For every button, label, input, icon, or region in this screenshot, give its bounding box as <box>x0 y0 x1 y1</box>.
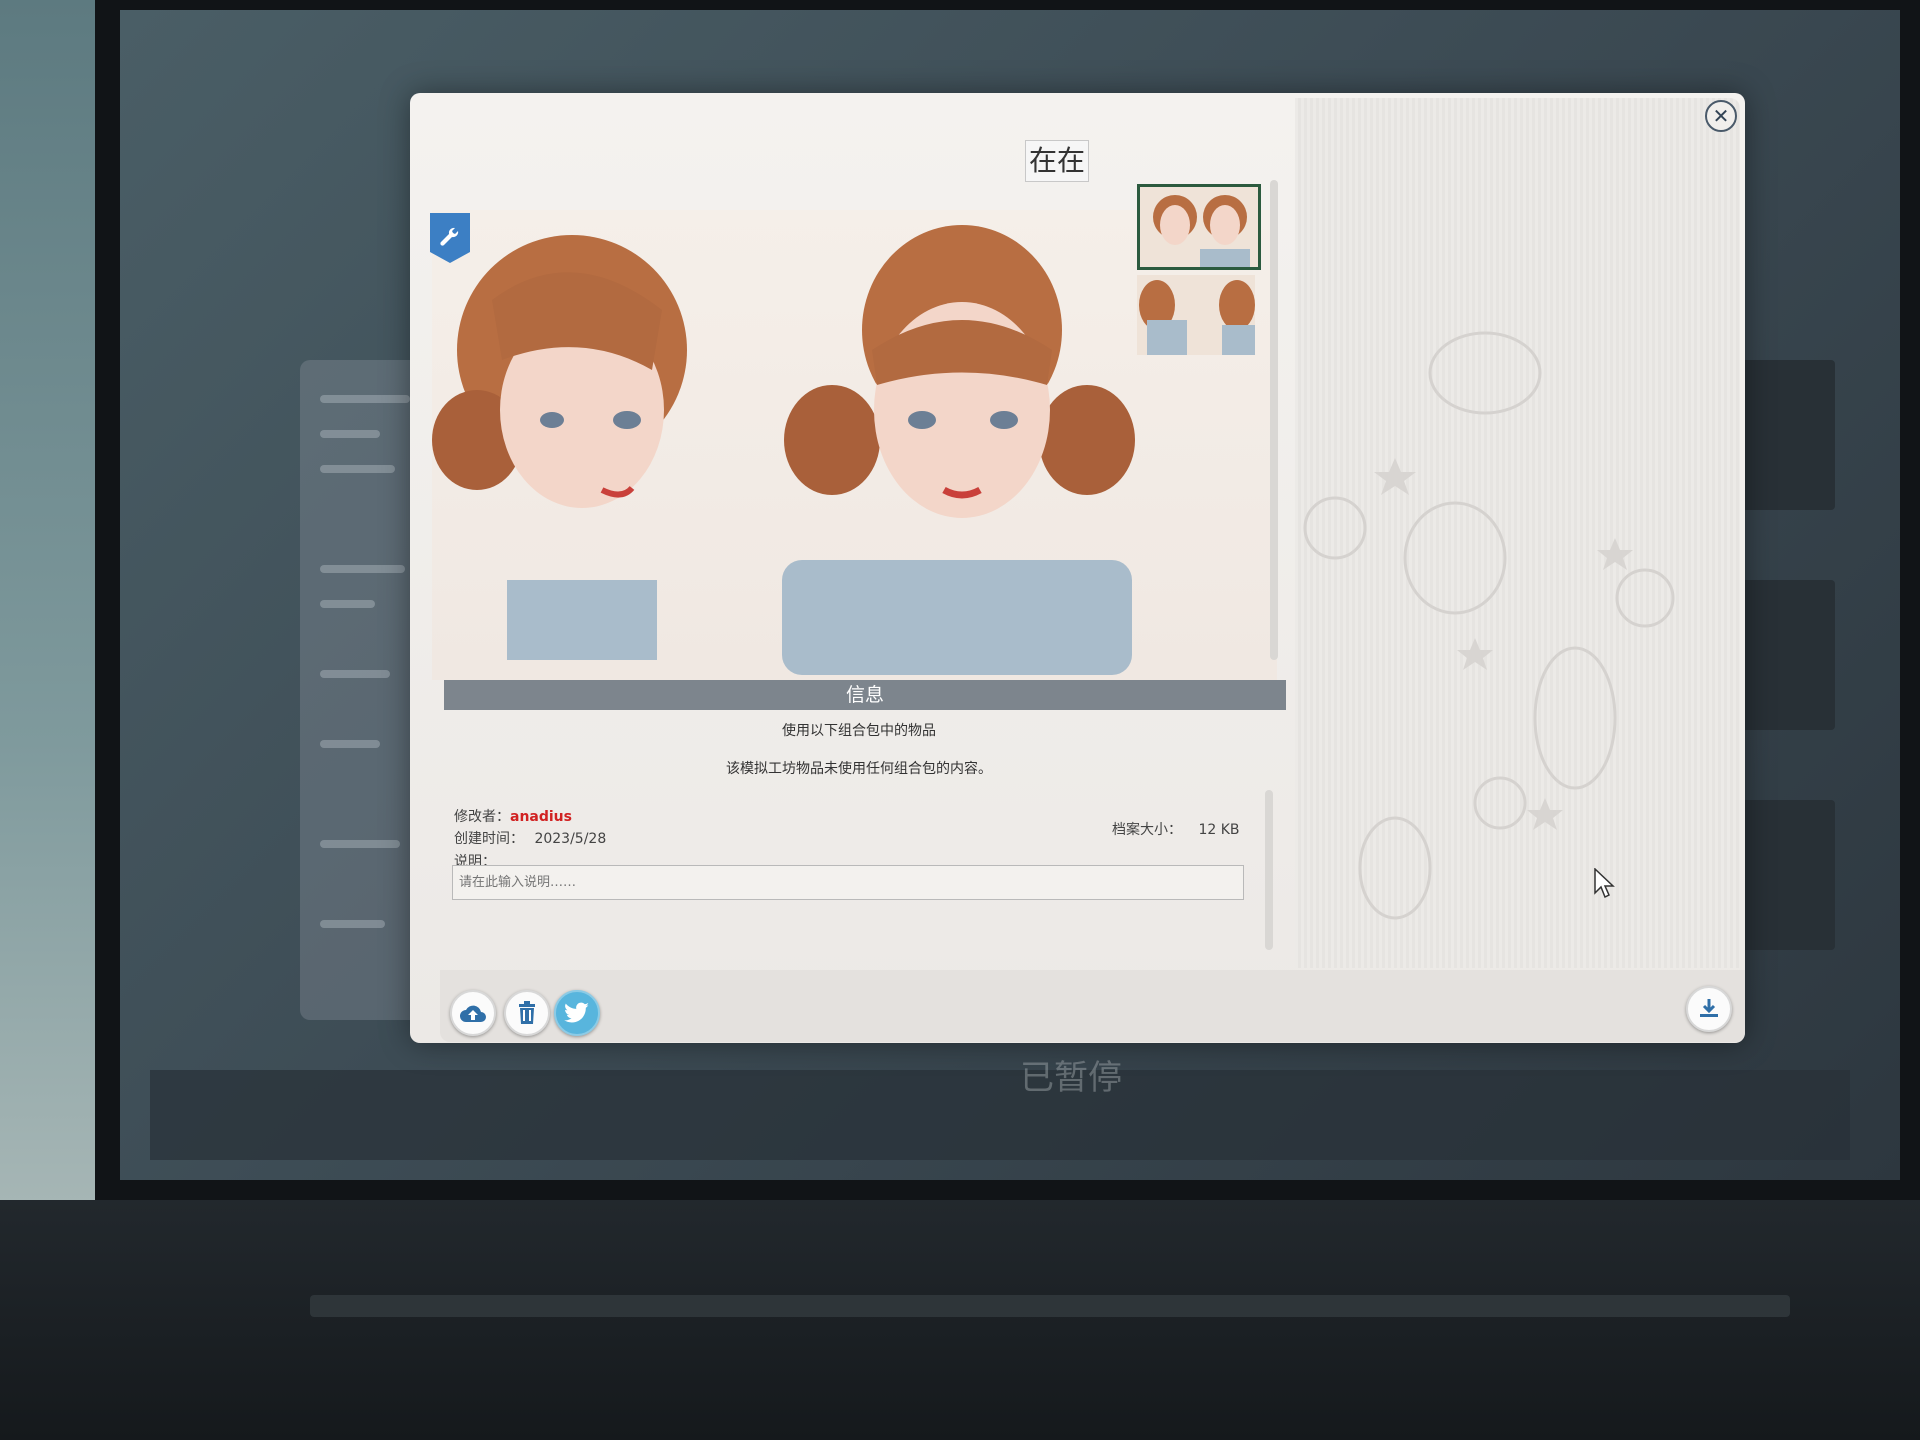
background-bottom-bar <box>150 1070 1850 1160</box>
laptop-hinge <box>310 1295 1790 1317</box>
filesize-row: 档案大小： 12 KB <box>1112 819 1240 839</box>
background-sidebar-line <box>320 600 375 608</box>
background-thumbnail <box>1740 800 1835 950</box>
created-row: 创建时间： 2023/5/28 <box>454 828 606 848</box>
preview-thumbnail-1[interactable] <box>1137 184 1261 270</box>
wrench-icon <box>440 227 459 246</box>
background-status-text: 已暂停 <box>1020 1058 1122 1098</box>
modifier-name[interactable]: anadius <box>510 809 572 825</box>
pack-notice: 使用以下组合包中的物品 <box>782 723 936 739</box>
filesize-label: 档案大小： <box>1112 822 1182 838</box>
background-sidebar-line <box>320 465 395 473</box>
modifier-label: 修改者： <box>454 809 510 825</box>
filesize-value: 12 KB <box>1198 822 1240 838</box>
background-sidebar-line <box>320 565 405 573</box>
info-section-header: 信息 <box>444 680 1286 710</box>
dialog-footer <box>440 970 1745 1042</box>
info-scrollbar[interactable] <box>1265 790 1273 950</box>
decorative-side-panel <box>1295 98 1740 968</box>
item-title: 在在 <box>1025 140 1089 182</box>
background-sidebar-line <box>320 670 390 678</box>
close-button[interactable]: ✕ <box>1705 100 1737 132</box>
background-sidebar-line <box>320 840 400 848</box>
upload-button[interactable] <box>450 990 496 1036</box>
description-input[interactable] <box>452 865 1244 900</box>
thumbnail-scrollbar[interactable] <box>1270 180 1278 660</box>
background-thumbnail <box>1740 580 1835 730</box>
share-twitter-button[interactable] <box>554 990 600 1036</box>
download-button[interactable] <box>1686 986 1732 1032</box>
bunny-pattern <box>1303 331 1675 920</box>
created-date: 2023/5/28 <box>534 831 607 847</box>
laptop-keyboard-deck <box>0 1200 1920 1440</box>
preview-thumbnail-2[interactable] <box>1137 275 1255 355</box>
cloud-upload-icon <box>460 1005 486 1022</box>
background-sidebar-line <box>320 430 380 438</box>
created-label: 创建时间： <box>454 831 524 847</box>
trash-icon <box>519 1001 535 1024</box>
download-icon <box>1700 999 1718 1017</box>
background-sidebar-line <box>320 395 410 403</box>
mouse-cursor-icon <box>1594 868 1615 899</box>
delete-button[interactable] <box>504 990 550 1036</box>
thumbnail-image <box>1139 280 1255 355</box>
background-sidebar-line <box>320 740 380 748</box>
pack-detail: 该模拟工坊物品未使用任何组合包的内容。 <box>726 761 992 777</box>
thumbnail-image <box>1153 195 1250 267</box>
twitter-icon <box>564 1002 589 1023</box>
background-thumbnail <box>1740 360 1835 510</box>
close-icon: ✕ <box>1712 104 1730 128</box>
background-sidebar-line <box>320 920 385 928</box>
modifier-row: 修改者：anadius <box>454 806 572 826</box>
